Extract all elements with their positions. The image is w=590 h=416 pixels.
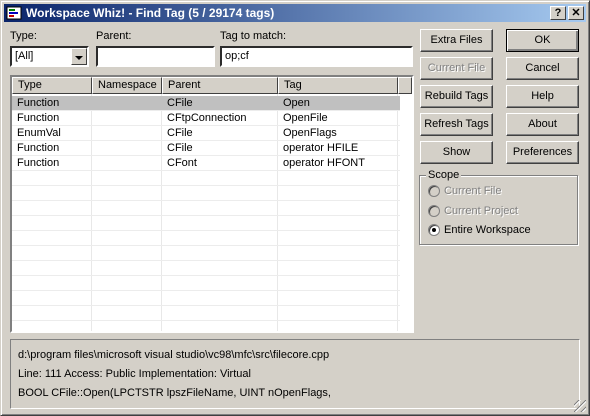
cancel-label: Cancel <box>525 62 560 74</box>
grid-line <box>12 215 400 216</box>
rebuild-tags-label: Rebuild Tags <box>424 90 489 102</box>
cell-type: Function <box>17 112 60 124</box>
scope-group-title: Scope <box>426 169 462 181</box>
show-label: Show <box>442 146 471 158</box>
grid-line <box>12 185 400 186</box>
cell-tag: operator HFILE <box>283 142 359 154</box>
column-header-filler <box>398 77 412 94</box>
grid-line <box>12 320 400 321</box>
help-label: Help <box>531 90 554 102</box>
scope-current-project-radio <box>428 205 440 217</box>
grid-line <box>12 125 400 126</box>
tag-match-value: op;cf <box>225 50 249 62</box>
table-row[interactable]: Function CFont operator HFONT <box>12 156 400 171</box>
radio-selected-dot <box>432 228 436 232</box>
grid-line <box>12 275 400 276</box>
close-button[interactable]: ✕ <box>568 6 584 20</box>
tag-signature: BOOL CFile::Open(LPCTSTR lpszFileName, U… <box>18 387 331 399</box>
tag-file-path: d:\program files\microsoft visual studio… <box>18 349 330 361</box>
grid-line <box>12 245 400 246</box>
tag-line-info: Line: 111 Access: Public Implementation:… <box>18 368 251 380</box>
window-title: Workspace Whiz! - Find Tag (5 / 29174 ta… <box>26 6 275 20</box>
column-header-parent[interactable]: Parent <box>162 77 278 94</box>
table-row[interactable]: Function CFtpConnection OpenFile <box>12 111 400 126</box>
cell-type: Function <box>17 97 60 109</box>
column-header-tag[interactable]: Tag <box>278 77 398 94</box>
ok-label: OK <box>534 34 551 46</box>
extra-files-button[interactable]: Extra Files <box>420 29 493 52</box>
current-file-button: Current File <box>420 57 493 80</box>
preferences-label: Preferences <box>512 146 573 158</box>
rebuild-tags-button[interactable]: Rebuild Tags <box>420 85 493 108</box>
chevron-down-icon <box>75 56 83 60</box>
scope-entire-workspace-label[interactable]: Entire Workspace <box>444 224 531 236</box>
scope-current-file-label: Current File <box>444 185 502 197</box>
scope-current-file-radio <box>428 185 440 197</box>
cell-parent: CFont <box>167 157 197 169</box>
cell-parent: CFile <box>167 142 193 154</box>
app-icon <box>6 6 22 20</box>
table-row[interactable]: EnumVal CFile OpenFlags <box>12 126 400 141</box>
type-select[interactable]: [All] <box>10 46 89 67</box>
type-select-value: [All] <box>15 50 34 62</box>
current-file-label: Current File <box>427 62 486 74</box>
tag-list[interactable]: Type Namespace Parent Tag Function CFile O… <box>10 75 414 333</box>
cell-type: EnumVal <box>17 127 61 139</box>
parent-input[interactable] <box>96 46 215 67</box>
find-tag-dialog: Workspace Whiz! - Find Tag (5 / 29174 ta… <box>0 0 590 416</box>
cell-tag: OpenFile <box>283 112 328 124</box>
refresh-tags-label: Refresh Tags <box>424 118 489 130</box>
column-header-namespace[interactable]: Namespace <box>92 77 162 94</box>
column-header-type[interactable]: Type <box>12 77 92 94</box>
grid-line <box>12 110 400 111</box>
refresh-tags-button[interactable]: Refresh Tags <box>420 113 493 136</box>
cell-tag: operator HFONT <box>283 157 365 169</box>
table-row[interactable]: Function CFile Open <box>12 96 400 111</box>
tag-info-panel: d:\program files\microsoft visual studio… <box>10 339 580 409</box>
grid-line <box>12 170 400 171</box>
preferences-button[interactable]: Preferences <box>506 141 579 164</box>
about-button[interactable]: About <box>506 113 579 136</box>
cell-tag: Open <box>283 97 310 109</box>
grid-line <box>12 200 400 201</box>
grid-line <box>12 155 400 156</box>
grid-line <box>12 140 400 141</box>
grid-line <box>12 305 400 306</box>
about-label: About <box>528 118 557 130</box>
cell-parent: CFtpConnection <box>167 112 247 124</box>
scope-entire-workspace-radio[interactable] <box>428 224 440 236</box>
grid-line <box>12 290 400 291</box>
title-bar: Workspace Whiz! - Find Tag (5 / 29174 ta… <box>4 4 586 22</box>
cell-parent: CFile <box>167 97 193 109</box>
cell-type: Function <box>17 157 60 169</box>
scope-current-project-label: Current Project <box>444 205 518 217</box>
tag-match-input[interactable]: op;cf <box>220 46 413 67</box>
show-button[interactable]: Show <box>420 141 493 164</box>
table-row[interactable]: Function CFile operator HFILE <box>12 141 400 156</box>
help-button[interactable]: Help <box>506 85 579 108</box>
type-dropdown-button[interactable] <box>71 48 87 65</box>
cell-type: Function <box>17 142 60 154</box>
context-help-button[interactable]: ? <box>550 6 566 20</box>
tag-label: Tag to match: <box>220 30 287 42</box>
extra-files-label: Extra Files <box>430 34 483 46</box>
grid-line <box>12 260 400 261</box>
grid-line <box>12 230 400 231</box>
cancel-button[interactable]: Cancel <box>506 57 579 80</box>
cell-tag: OpenFlags <box>283 127 337 139</box>
type-label: Type: <box>10 30 37 42</box>
ok-button[interactable]: OK <box>506 29 579 52</box>
cell-parent: CFile <box>167 127 193 139</box>
resize-grip[interactable] <box>574 400 586 412</box>
parent-label: Parent: <box>96 30 132 42</box>
